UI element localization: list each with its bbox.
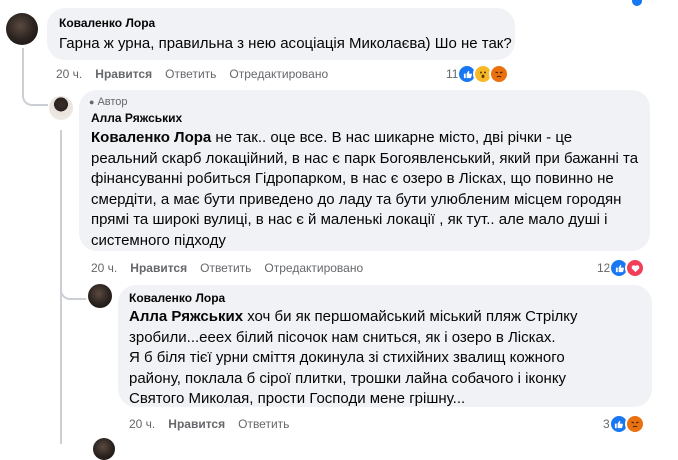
comment-time[interactable]: 20 ч. [129, 417, 155, 431]
comment-text: Коваленко Лора не так.. оце все. В нас ш… [91, 128, 641, 251]
comment-author[interactable]: Коваленко Лора [59, 16, 155, 30]
comment-actions: 20 ч. Нравится Ответить Отредактировано [91, 261, 376, 275]
edited-label: Отредактировано [229, 67, 329, 81]
mention-link[interactable]: Алла Ряжських [129, 308, 243, 325]
reply-button[interactable]: Ответить [238, 417, 289, 431]
comment-text: Гарна ж урна, правильна з нею асоціація … [59, 35, 512, 52]
comment-bubble: ● Автор Алла Ряжських Коваленко Лора не … [79, 90, 650, 251]
avatar[interactable] [88, 284, 112, 308]
love-icon [625, 258, 646, 278]
comment-time[interactable]: 20 ч. [56, 67, 82, 81]
reactions-summary[interactable]: 11 [446, 64, 510, 84]
comment-author[interactable]: Алла Ряжських [91, 111, 182, 125]
author-badge-icon: ● [89, 97, 95, 107]
reply-button[interactable]: Ответить [200, 261, 251, 275]
reactions-summary[interactable]: 12 [597, 258, 646, 278]
comment-actions: 20 ч. Нравится Ответить [129, 417, 302, 431]
angry-icon [489, 64, 510, 84]
comment-actions: 20 ч. Нравится Ответить Отредактировано [56, 67, 341, 81]
angry-icon [624, 414, 645, 434]
reaction-count: 12 [597, 261, 611, 275]
comment-bubble: Коваленко Лора Алла Ряжських хоч би як п… [118, 285, 652, 407]
like-button[interactable]: Нравится [168, 417, 225, 431]
comment-text: Алла Ряжських хоч би як першомайський мі… [129, 307, 609, 410]
reply-button[interactable]: Ответить [165, 67, 216, 81]
author-badge: ● Автор [89, 96, 128, 108]
thread-connector [60, 284, 86, 300]
like-button[interactable]: Нравится [95, 67, 152, 81]
thread-line [22, 48, 24, 88]
avatar[interactable] [6, 13, 38, 45]
avatar[interactable] [93, 438, 115, 460]
comment-bubble: Коваленко Лора Гарна ж урна, правильна з… [47, 8, 515, 60]
comment-body: не так.. оце все. В нас шикарне місто, д… [91, 129, 639, 249]
reactions-summary[interactable]: 3 [603, 414, 645, 434]
edited-label: Отредактировано [264, 261, 364, 275]
comment-time[interactable]: 20 ч. [91, 261, 117, 275]
comment-body-2: Я б біля тієї урни сміття докинула зі ст… [129, 349, 567, 407]
notification-dot-icon [632, 0, 642, 6]
thread-connector [22, 88, 48, 106]
author-badge-label: Автор [97, 96, 128, 108]
like-button[interactable]: Нравится [130, 261, 187, 275]
avatar[interactable] [49, 96, 73, 120]
mention-link[interactable]: Коваленко Лора [91, 129, 211, 146]
comment-author[interactable]: Коваленко Лора [129, 291, 225, 305]
